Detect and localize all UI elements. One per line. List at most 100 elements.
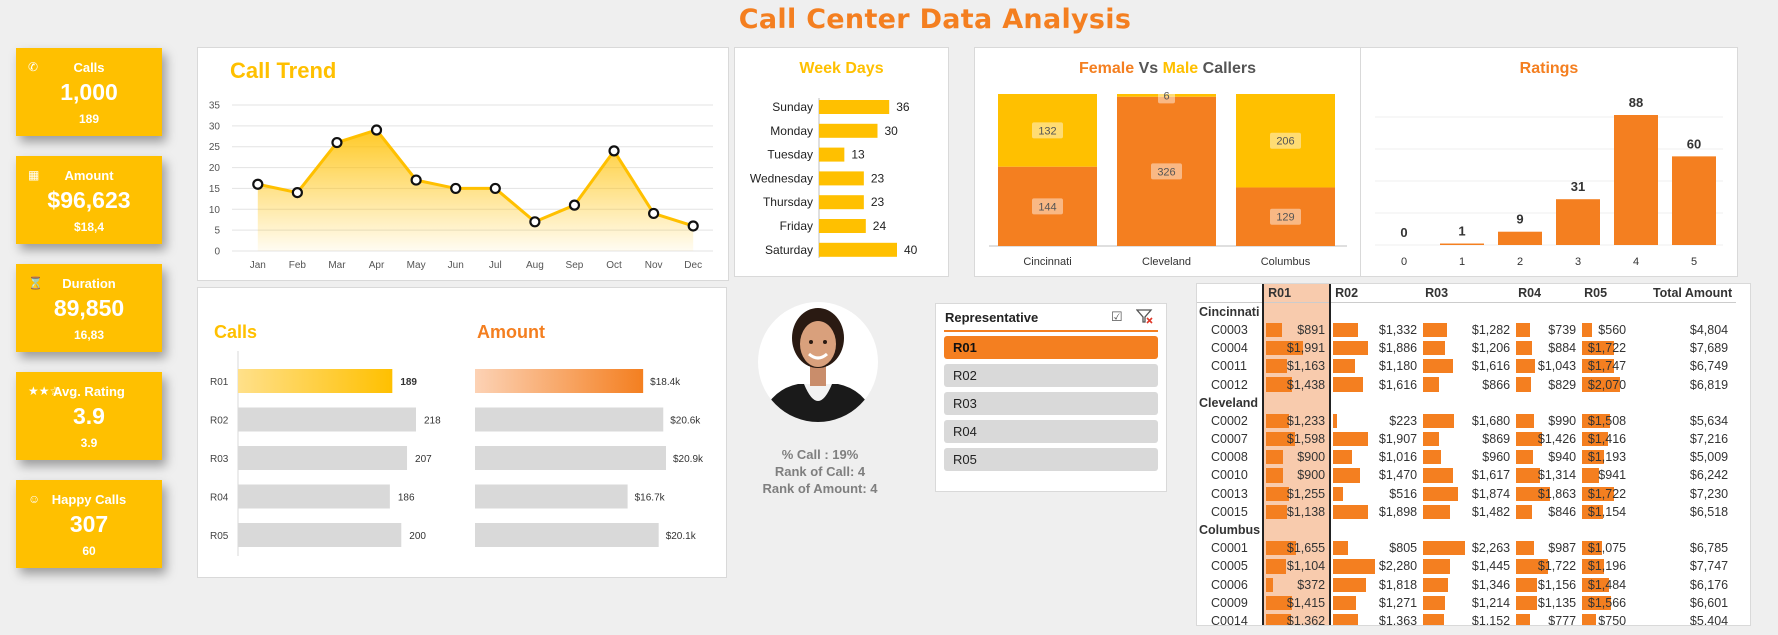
slicer-item-r05[interactable]: R05 bbox=[944, 448, 1158, 471]
rating-bar bbox=[1498, 231, 1542, 245]
amount-value: $1,206 bbox=[1471, 341, 1511, 356]
matrix-column-header[interactable]: R04 bbox=[1514, 284, 1581, 303]
data-label: 40 bbox=[904, 243, 918, 257]
category-label: R05 bbox=[210, 531, 229, 542]
amount-bar bbox=[475, 484, 628, 509]
amount-value: $866 bbox=[1482, 377, 1511, 392]
total-amount: $6,785 bbox=[1689, 541, 1729, 556]
kpi-value: 3.9 bbox=[73, 403, 105, 429]
customer-id: C0001 bbox=[1211, 541, 1248, 556]
weekday-bar bbox=[819, 100, 890, 114]
x-tick-label: Oct bbox=[606, 260, 622, 271]
weekday-bar bbox=[819, 147, 845, 162]
data-label: 207 bbox=[415, 454, 432, 465]
category-label: R02 bbox=[210, 416, 229, 427]
amount-value: $1,255 bbox=[1286, 486, 1326, 501]
total-amount: $7,216 bbox=[1689, 432, 1729, 447]
amount-value: $940 bbox=[1548, 450, 1577, 465]
y-tick-label: 5 bbox=[214, 226, 220, 237]
amount-value: $1,233 bbox=[1286, 413, 1326, 428]
multi-select-icon[interactable]: ☑ bbox=[1111, 309, 1123, 325]
amount-value: $1,154 bbox=[1587, 504, 1627, 519]
amount-value: $1,680 bbox=[1471, 413, 1511, 428]
amount-value: $1,104 bbox=[1286, 559, 1326, 574]
slicer-item-r04[interactable]: R04 bbox=[944, 420, 1158, 443]
slicer-item-r02[interactable]: R02 bbox=[944, 364, 1158, 387]
data-label: $16.7k bbox=[635, 493, 666, 504]
total-amount: $6,819 bbox=[1689, 377, 1729, 392]
amount-value: $846 bbox=[1548, 504, 1577, 519]
trend-point bbox=[331, 136, 343, 149]
total-amount: $7,689 bbox=[1689, 341, 1729, 356]
kpi-card-avg-rating: Avg. Rating ★★☆ 3.9 3.9 bbox=[16, 372, 162, 460]
matrix-column-header[interactable]: R05 bbox=[1580, 284, 1631, 303]
table-row: C0009 $1,415 $1,271 $1,214 $1,135 $1,566 $6,60… bbox=[1197, 593, 1736, 612]
amount-value: $560 bbox=[1598, 322, 1627, 337]
total-amount: $6,176 bbox=[1689, 577, 1729, 592]
amount-value: $1,135 bbox=[1537, 595, 1577, 610]
amount-value: $1,886 bbox=[1378, 341, 1418, 356]
amount-value: $1,898 bbox=[1378, 504, 1418, 519]
data-label: 60 bbox=[1687, 136, 1701, 151]
weekday-bar bbox=[819, 219, 866, 233]
amount-bar bbox=[475, 446, 666, 470]
amount-value: $1,362 bbox=[1286, 613, 1326, 626]
amount-value: $960 bbox=[1482, 450, 1511, 465]
table-row: C0013 $1,255 $516 $1,874 $1,863 $1,722 $7,230 bbox=[1197, 484, 1736, 503]
amount-value: $1,016 bbox=[1378, 450, 1418, 465]
amount-value: $1,156 bbox=[1537, 577, 1577, 592]
slicer-divider bbox=[944, 330, 1158, 332]
matrix-column-header[interactable]: R01 bbox=[1262, 284, 1332, 303]
amount-value: $1,907 bbox=[1378, 432, 1418, 447]
pct-call-text: % Call : 19% bbox=[781, 447, 859, 462]
matrix-column-header[interactable] bbox=[1197, 284, 1264, 303]
kpi-subvalue: 60 bbox=[82, 544, 96, 558]
weekdays-chart: Sunday 36 Monday 30 Tuesday 13 Wednesday 23 Thur… bbox=[750, 98, 918, 258]
x-tick-label: Nov bbox=[645, 260, 663, 271]
table-row: C0006 $372 $1,818 $1,346 $1,156 $1,484 $6,176 bbox=[1197, 575, 1736, 594]
amount-value: $869 bbox=[1482, 432, 1511, 447]
data-label: $20.9k bbox=[673, 454, 704, 465]
category-label: Cincinnati bbox=[1023, 256, 1071, 268]
slicer-item-r03[interactable]: R03 bbox=[944, 392, 1158, 415]
slicer-item-r01[interactable]: R01 bbox=[944, 336, 1158, 359]
amount-value: $777 bbox=[1548, 613, 1577, 626]
amount-value: $223 bbox=[1389, 413, 1418, 428]
category-label: Cleveland bbox=[1142, 256, 1191, 268]
amount-value: $1,438 bbox=[1286, 377, 1326, 392]
matrix-header-row: R01 R02 R03 R04 R05 Total Amount bbox=[1197, 284, 1737, 303]
category-label: R03 bbox=[210, 454, 229, 465]
customer-id: C0005 bbox=[1211, 559, 1248, 574]
customer-id: C0007 bbox=[1211, 432, 1248, 447]
calls-bar bbox=[238, 523, 402, 547]
amount-value: $1,617 bbox=[1471, 468, 1511, 483]
data-label: 31 bbox=[1571, 179, 1585, 194]
x-tick-label: May bbox=[407, 260, 426, 271]
kpi-card-duration: Duration ⌛ 89,850 16,83 bbox=[16, 264, 162, 352]
calls-bar bbox=[238, 484, 390, 509]
trend-point bbox=[489, 182, 501, 195]
category-label: Wednesday bbox=[750, 171, 813, 185]
slicer-title: Representative bbox=[945, 310, 1039, 325]
weekdays-panel: Week Days Sunday 36 Monday 30 Tuesday 13 Wedne… bbox=[734, 47, 949, 277]
total-amount: $6,242 bbox=[1689, 468, 1729, 483]
clear-filter-icon[interactable] bbox=[1135, 308, 1154, 329]
kpi-value: 89,850 bbox=[53, 295, 125, 321]
trend-point bbox=[648, 207, 660, 220]
matrix-column-header[interactable]: R02 bbox=[1330, 284, 1422, 303]
matrix-column-header[interactable]: Total Amount bbox=[1630, 284, 1737, 303]
amount-value: $1,282 bbox=[1471, 322, 1511, 337]
matrix-column-header[interactable]: R03 bbox=[1421, 284, 1515, 303]
matrix-group-row: Cincinnati bbox=[1197, 302, 1736, 321]
y-tick-label: 30 bbox=[209, 121, 221, 132]
amount-value: $1,863 bbox=[1537, 486, 1577, 501]
table-row: C0014 $1,362 $1,363 $1,152 $777 $750 $5,404 bbox=[1197, 611, 1736, 626]
customer-id: C0011 bbox=[1211, 359, 1247, 374]
kpi-subvalue: $18,4 bbox=[73, 220, 105, 234]
amount-value: $1,722 bbox=[1587, 341, 1627, 356]
ratings-panel: Ratings 0 0 1 1 9 2 31 3 88 4 60 5 bbox=[1360, 47, 1738, 277]
category-label: R04 bbox=[210, 493, 229, 504]
kpi-card-amount: Amount ▦ $96,623 $18,4 bbox=[16, 156, 162, 244]
amount-value: $1,180 bbox=[1378, 359, 1418, 374]
data-label: 132 bbox=[1038, 125, 1056, 137]
